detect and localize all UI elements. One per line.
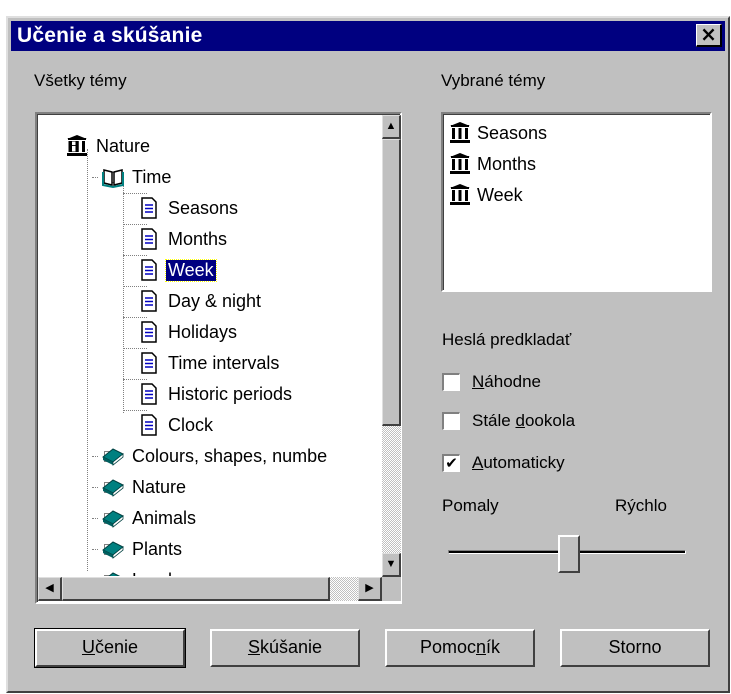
speed-slider[interactable] bbox=[448, 533, 686, 573]
closed-book-icon bbox=[102, 476, 124, 498]
topics-tree[interactable]: −Nature−TimeSeasonsMonthsWeekDay & night… bbox=[35, 112, 402, 604]
helper-button[interactable]: Pomocník bbox=[385, 629, 535, 667]
random-checkbox[interactable] bbox=[442, 373, 460, 391]
close-button[interactable]: × bbox=[696, 24, 722, 47]
document-icon bbox=[138, 321, 160, 343]
tree-item-label: Colours, shapes, numbe bbox=[132, 445, 328, 466]
auto-checkbox[interactable]: ✔ bbox=[442, 454, 460, 472]
dialog-window: Učenie a skúšanie × Všetky témy −Nature−… bbox=[6, 16, 730, 693]
closed-book-icon bbox=[102, 538, 124, 560]
tree-item-label: Clock bbox=[168, 414, 214, 435]
tree-item-label: Plants bbox=[132, 538, 183, 559]
slider-thumb[interactable] bbox=[558, 535, 580, 573]
auto-label: utomaticky bbox=[483, 453, 565, 472]
selected-topic-label: Months bbox=[477, 153, 537, 174]
loop-checkbox[interactable] bbox=[442, 412, 460, 430]
loop-accel: d bbox=[515, 411, 525, 430]
tree-item-label: Holidays bbox=[168, 321, 238, 342]
tree-item[interactable]: Nature bbox=[102, 472, 188, 502]
tree-item[interactable]: Clock bbox=[138, 410, 215, 440]
horizontal-scroll-track[interactable] bbox=[330, 577, 358, 601]
scroll-up-button[interactable]: ▲ bbox=[382, 115, 401, 139]
tree-item-label: Nature bbox=[132, 476, 187, 497]
options-group-label: Heslá predkladať bbox=[442, 330, 572, 349]
temple-icon bbox=[449, 122, 471, 144]
tree-item[interactable]: Animals bbox=[102, 503, 198, 533]
learn-button[interactable]: Učenie bbox=[34, 628, 186, 668]
tree-item[interactable]: Time intervals bbox=[138, 348, 281, 378]
auto-accel: A bbox=[472, 453, 484, 472]
tree-item-label: Land bbox=[130, 570, 174, 577]
tree-item-label: Months bbox=[168, 228, 228, 249]
tree-item-label: Nature bbox=[96, 135, 151, 156]
tree-item[interactable]: Week bbox=[138, 255, 217, 285]
tree-item-label: Day & night bbox=[168, 290, 262, 311]
temple-icon bbox=[449, 184, 471, 206]
selected-topics-label: Vybrané témy bbox=[441, 71, 546, 90]
selected-topic-item[interactable]: Seasons bbox=[449, 118, 547, 148]
scroll-corner bbox=[382, 577, 401, 601]
window-title: Učenie a skúšanie bbox=[17, 24, 203, 47]
tree-item[interactable]: Holidays bbox=[138, 317, 239, 347]
selected-topic-label: Seasons bbox=[477, 122, 548, 143]
document-icon bbox=[138, 414, 160, 436]
document-icon bbox=[138, 197, 160, 219]
tree-item-label: Time intervals bbox=[168, 352, 280, 373]
tree-item-label: Animals bbox=[132, 507, 197, 528]
tree-item-label: Week bbox=[165, 258, 217, 282]
open-book-icon bbox=[102, 166, 124, 189]
tree-item[interactable]: Colours, shapes, numbe bbox=[102, 441, 329, 471]
selected-topic-label: Week bbox=[477, 184, 523, 205]
title-bar[interactable]: Učenie a skúšanie × bbox=[11, 21, 725, 51]
scroll-right-button[interactable]: ▶ bbox=[358, 577, 382, 601]
tree-item-label: Time bbox=[132, 166, 172, 187]
temple-icon bbox=[66, 135, 88, 157]
random-label: áhodne bbox=[484, 372, 542, 391]
closed-book-icon bbox=[102, 569, 124, 576]
horizontal-scroll-thumb[interactable] bbox=[62, 577, 330, 601]
tree-item[interactable]: Months bbox=[138, 224, 229, 254]
slow-label: Pomaly bbox=[442, 496, 499, 515]
tree-item[interactable]: Land bbox=[102, 565, 174, 576]
tree-item[interactable]: Nature bbox=[66, 131, 152, 161]
tree-item[interactable]: Day & night bbox=[138, 286, 263, 316]
random-accel: N bbox=[472, 372, 485, 391]
auto-option[interactable]: ✔ Automaticky bbox=[442, 451, 662, 479]
tree-item[interactable]: Seasons bbox=[138, 193, 240, 223]
document-icon bbox=[138, 352, 160, 374]
vertical-scroll-track[interactable] bbox=[382, 426, 401, 553]
tree-item[interactable]: Time bbox=[102, 162, 173, 192]
all-topics-label: Všetky témy bbox=[34, 71, 127, 90]
tree-item-label: Historic periods bbox=[168, 383, 293, 404]
tree-content: −Nature−TimeSeasonsMonthsWeekDay & night… bbox=[38, 115, 381, 576]
tree-item[interactable]: Historic periods bbox=[138, 379, 294, 409]
document-icon bbox=[138, 290, 160, 312]
fast-label: Rýchlo bbox=[615, 496, 667, 515]
vertical-scroll-thumb[interactable] bbox=[382, 139, 401, 426]
scroll-left-button[interactable]: ◀ bbox=[38, 577, 62, 601]
document-icon bbox=[138, 259, 160, 281]
document-icon bbox=[138, 228, 160, 250]
loop-option[interactable]: Stále dookola bbox=[442, 409, 662, 437]
tree-item[interactable]: Plants bbox=[102, 534, 184, 564]
closed-book-icon bbox=[102, 445, 124, 467]
selected-topics-list[interactable]: Seasons Months Week bbox=[441, 112, 712, 292]
random-option[interactable]: Náhodne bbox=[442, 370, 642, 398]
selected-topic-item[interactable]: Months bbox=[449, 149, 536, 179]
tree-item-label: Seasons bbox=[168, 197, 239, 218]
scroll-down-button[interactable]: ▼ bbox=[382, 553, 401, 577]
test-button[interactable]: Skúšanie bbox=[210, 629, 360, 667]
selected-topic-item[interactable]: Week bbox=[449, 180, 523, 210]
loop-label: Stále bbox=[472, 411, 516, 430]
document-icon bbox=[138, 383, 160, 405]
cancel-button[interactable]: Storno bbox=[560, 629, 710, 667]
temple-icon bbox=[449, 153, 471, 175]
closed-book-icon bbox=[102, 507, 124, 529]
